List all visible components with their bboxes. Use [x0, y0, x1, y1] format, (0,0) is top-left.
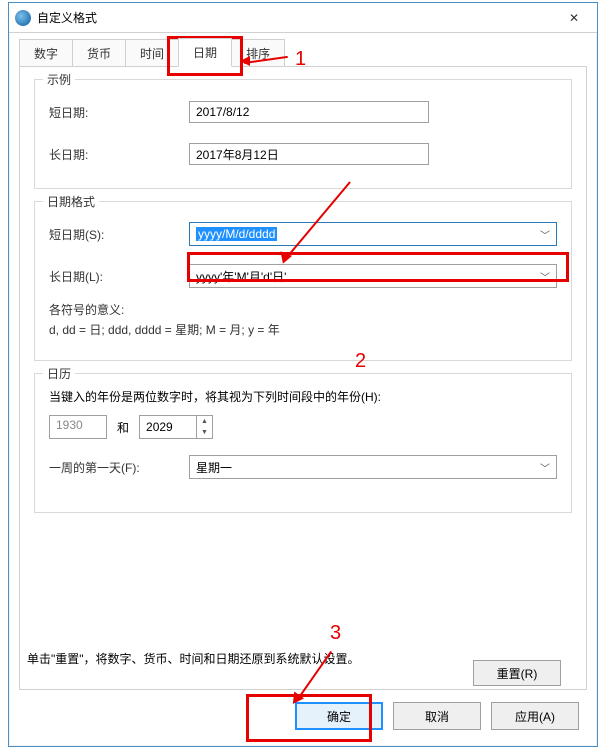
tab-date[interactable]: 日期	[178, 38, 232, 67]
close-icon: ✕	[569, 11, 579, 25]
group-calendar-title: 日历	[43, 365, 75, 382]
group-example-title: 示例	[43, 71, 75, 88]
input-year-from: 1930	[49, 415, 107, 439]
app-icon	[15, 10, 31, 26]
chevron-down-icon: ﹀	[540, 227, 550, 242]
combo-first-day-value: 星期一	[196, 459, 232, 476]
chevron-down-icon: ﹀	[540, 269, 550, 284]
combo-first-day[interactable]: 星期一 ﹀	[189, 455, 557, 479]
titlebar: 自定义格式 ✕	[9, 3, 597, 33]
chevron-up-icon[interactable]: ▲	[197, 416, 212, 427]
label-short-date-example: 短日期:	[49, 104, 189, 121]
cancel-button[interactable]: 取消	[393, 702, 481, 730]
label-year-range: 当键入的年份是两位数字时，将其视为下列时间段中的年份(H):	[49, 388, 557, 405]
label-long-date-format: 长日期(L):	[49, 268, 189, 285]
value-short-date-example: 2017/8/12	[189, 101, 429, 123]
combo-short-date-format[interactable]: yyyy/M/d/dddd ﹀	[189, 222, 557, 246]
apply-button[interactable]: 应用(A)	[491, 702, 579, 730]
symbols-legend: 各符号的意义: d, dd = 日; ddd, dddd = 星期; M = 月…	[49, 300, 557, 341]
window-title: 自定义格式	[37, 9, 551, 26]
tab-time[interactable]: 时间	[125, 39, 179, 67]
group-date-format: 日期格式 短日期(S): yyyy/M/d/dddd ﹀ 长日期(L): yyy…	[34, 201, 572, 361]
group-calendar: 日历 当键入的年份是两位数字时，将其视为下列时间段中的年份(H): 1930 和…	[34, 373, 572, 513]
chevron-down-icon[interactable]: ▼	[197, 427, 212, 438]
tab-strip: 数字 货币 时间 日期 排序	[9, 39, 597, 67]
ok-button[interactable]: 确定	[295, 702, 383, 730]
combo-short-date-value: yyyy/M/d/dddd	[196, 227, 277, 241]
combo-long-date-format[interactable]: yyyy'年'M'月'd'日' ﹀	[189, 264, 557, 288]
label-first-day: 一周的第一天(F):	[49, 459, 189, 476]
combo-long-date-value: yyyy'年'M'月'd'日'	[196, 268, 286, 285]
dialog-window: 自定义格式 ✕ 数字 货币 时间 日期 排序 示例 短日期: 2017/8/12…	[8, 2, 598, 747]
group-date-format-title: 日期格式	[43, 193, 99, 210]
close-button[interactable]: ✕	[551, 3, 597, 33]
spinner-buttons[interactable]: ▲ ▼	[196, 416, 212, 438]
input-year-to[interactable]: 2029 ▲ ▼	[139, 415, 213, 439]
chevron-down-icon: ﹀	[540, 460, 550, 475]
value-long-date-example: 2017年8月12日	[189, 143, 429, 165]
group-example: 示例 短日期: 2017/8/12 长日期: 2017年8月12日	[34, 79, 572, 189]
tab-panel-date: 示例 短日期: 2017/8/12 长日期: 2017年8月12日 日期格式 短…	[19, 66, 587, 690]
dialog-footer: 单击"重置"，将数字、货币、时间和日期还原到系统默认设置。 重置(R) 确定 取…	[9, 638, 597, 746]
tab-number[interactable]: 数字	[19, 39, 73, 67]
tab-currency[interactable]: 货币	[72, 39, 126, 67]
label-short-date-format: 短日期(S):	[49, 226, 189, 243]
label-and: 和	[117, 419, 129, 436]
tab-sort[interactable]: 排序	[231, 39, 285, 67]
label-long-date-example: 长日期:	[49, 146, 189, 163]
reset-button[interactable]: 重置(R)	[473, 660, 561, 686]
